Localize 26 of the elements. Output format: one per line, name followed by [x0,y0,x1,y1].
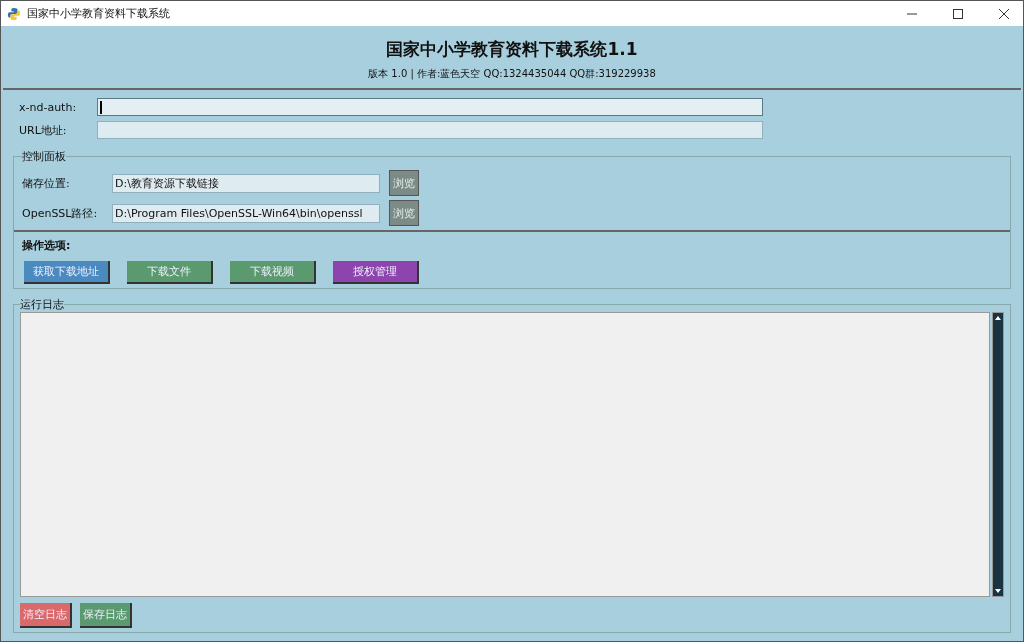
browse-button[interactable]: 浏览 [389,200,419,226]
action-button[interactable]: 授权管理 [333,261,419,284]
browse-button[interactable]: 浏览 [389,170,419,196]
app-title: 国家中小学教育资料下载系统1.1 [385,38,639,61]
log-button[interactable]: 保存日志 [80,603,132,628]
scrollbar[interactable] [992,312,1004,597]
input-field[interactable]: D:\教育资源下载链接 [112,173,380,193]
action-button[interactable]: 下载文件 [127,261,213,284]
field-label: URL地址: [19,122,68,138]
section-label: 操作选项: [22,238,72,253]
group-title: 运行日志 [20,297,64,312]
input-field[interactable] [97,121,763,139]
window-title: 国家中小学教育资料下载系统 [27,6,170,21]
field-label: OpenSSL路径: [22,205,99,221]
input-field[interactable] [97,98,763,116]
field-label: x-nd-auth: [19,100,78,114]
input-field[interactable]: D:\Program Files\OpenSSL-Win64\bin\openssl [112,203,380,223]
maximize-icon[interactable] [953,8,963,19]
log-button[interactable]: 清空日志 [20,603,72,628]
action-button[interactable]: 下载视频 [230,261,316,284]
version-info: 版本 1.0 | 作者:蓝色天空 QQ:1324435044 QQ群:319229938 [367,67,657,81]
action-button[interactable]: 获取下载地址 [24,261,110,284]
group-title: 控制面板 [22,149,66,164]
field-label: 储存位置: [22,175,71,191]
close-icon[interactable] [999,8,1009,19]
python-logo-icon [7,6,21,21]
